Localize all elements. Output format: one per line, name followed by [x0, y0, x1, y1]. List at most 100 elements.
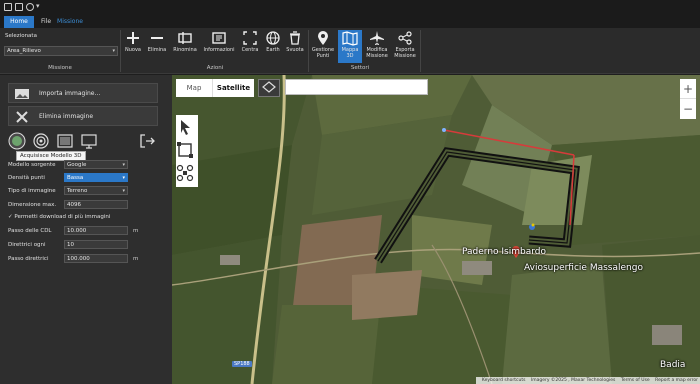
imagery-credit: Imagery ©2025 , Maxar Technologies	[530, 378, 616, 383]
lines-step-input[interactable]: 100.000	[64, 254, 128, 263]
zoom-control: + −	[680, 79, 696, 119]
photo-icon[interactable]	[56, 132, 74, 150]
globe-icon	[266, 31, 280, 45]
minus-icon	[151, 37, 163, 39]
earth-button-label: Earth	[266, 47, 280, 53]
zoom-out-button[interactable]: −	[680, 99, 696, 119]
mission-select[interactable]: Area_Rilievo ▾	[4, 46, 118, 56]
map-attribution: Keyboard shortcuts Imagery ©2025 , Maxar…	[475, 377, 700, 384]
new-button[interactable]: Nuova	[122, 30, 144, 63]
rename-button-label: Rinomina	[173, 47, 197, 53]
mission-select-value: Area_Rilievo	[7, 48, 41, 54]
import-image-button[interactable]: Importa immagine...	[8, 83, 158, 103]
plane-icon	[370, 31, 384, 45]
lines-every-input[interactable]: 10	[64, 240, 128, 249]
point-density-value: Bassa	[67, 175, 84, 181]
cursor-icon[interactable]	[176, 117, 194, 137]
info-button[interactable]: Informazioni	[201, 30, 237, 63]
image-type-label: Tipo di immagine	[8, 188, 56, 194]
export-mission-button[interactable]: Esporta Missione	[392, 30, 418, 63]
plus-icon	[127, 32, 139, 44]
road-badge: SP188	[232, 361, 252, 367]
clear-button-label: Svuota	[286, 47, 304, 53]
monitor-icon[interactable]	[80, 132, 98, 150]
max-size-input[interactable]: 4096	[64, 200, 128, 209]
place-label-aviosuperficie: Aviosuperficie Massalengo	[524, 263, 643, 273]
rename-icon	[178, 32, 192, 44]
lines-step-unit: m	[133, 256, 139, 262]
chevron-down-icon: ▾	[122, 175, 125, 181]
info-icon	[212, 32, 226, 44]
lines-every-label: Direttrici ogni	[8, 242, 46, 248]
selection-label: Selezionata	[5, 33, 37, 39]
tab-home[interactable]: Home	[4, 16, 34, 28]
delete-button-label: Elimina	[147, 47, 167, 53]
map-search-input[interactable]	[285, 79, 428, 95]
ribbon-tabs: Home File Missione	[0, 16, 700, 28]
globe-capture-icon[interactable]	[8, 132, 26, 150]
left-panel: Importa immagine... Elimina immagine Acq…	[0, 75, 172, 384]
import-image-label: Importa immagine...	[39, 90, 101, 97]
point-density-select[interactable]: Bassa ▾	[64, 173, 128, 182]
group-separator	[420, 30, 421, 72]
target-icon[interactable]	[32, 132, 50, 150]
edit-mission-label: Modifica Missione	[366, 47, 388, 59]
map-imagery	[172, 75, 700, 384]
map-3d-button[interactable]: Mappa 3D	[338, 30, 362, 63]
satellite-map[interactable]: Map Satellite + − Paderno Isimbardo Avio…	[172, 75, 700, 384]
tab-file[interactable]: File	[36, 16, 56, 28]
place-label-badia: Badia	[660, 360, 686, 370]
cdl-step-input[interactable]: 10.000	[64, 226, 128, 235]
app-window: ▾ Home File Missione Selezionata Area_Ri…	[0, 0, 700, 384]
chevron-down-icon: ▾	[122, 162, 125, 168]
logout-icon[interactable]	[138, 132, 156, 150]
center-button[interactable]: Centra	[239, 30, 261, 63]
clear-button[interactable]: Svuota	[284, 30, 306, 63]
group-label-settori: Settori	[350, 65, 370, 71]
map-3d-label: Mappa 3D	[341, 47, 359, 59]
group-label-azioni: Azioni	[206, 65, 224, 71]
select-box-icon[interactable]	[176, 140, 194, 160]
map-type-map-button[interactable]: Map	[176, 79, 212, 97]
image-type-select[interactable]: Terreno ▾	[64, 186, 128, 195]
ribbon: Selezionata Area_Rilievo ▾ Missione Nuov…	[0, 28, 700, 74]
drone-icon[interactable]	[176, 163, 194, 183]
layers-icon	[262, 81, 276, 93]
manage-points-label: Gestione Punti	[311, 47, 335, 59]
title-bar: ▾	[0, 0, 700, 16]
chevron-down-icon: ▾	[112, 48, 115, 54]
edit-mission-button[interactable]: Modifica Missione	[364, 30, 390, 63]
save-icon[interactable]	[4, 3, 12, 11]
delete-image-button[interactable]: Elimina immagine	[8, 106, 158, 126]
settings-icon[interactable]	[26, 3, 34, 11]
rename-button[interactable]: Rinomina	[171, 30, 199, 63]
source-model-select[interactable]: Google ▾	[64, 160, 128, 169]
map-icon	[342, 31, 358, 46]
pin-icon	[318, 31, 328, 45]
center-button-label: Centra	[241, 47, 259, 53]
delete-button[interactable]: Elimina	[145, 30, 169, 63]
zoom-in-button[interactable]: +	[680, 79, 696, 99]
new-button-label: Nuova	[125, 47, 141, 53]
center-icon	[243, 31, 257, 45]
manage-points-button[interactable]: Gestione Punti	[310, 30, 336, 63]
lines-step-label: Passo direttrici	[8, 256, 49, 262]
quick-access-caret[interactable]: ▾	[36, 2, 40, 10]
earth-button[interactable]: Earth	[262, 30, 284, 63]
image-type-value: Terreno	[67, 188, 88, 194]
report-error-link[interactable]: Report a map error	[655, 378, 698, 383]
max-size-label: Dimensione max.	[8, 202, 57, 208]
export-mission-label: Esporta Missione	[394, 47, 416, 59]
allow-multiple-download-checkbox[interactable]: ✓ Permetti download di più immagini	[8, 214, 110, 220]
keyboard-shortcuts-link[interactable]: Keyboard shortcuts	[482, 378, 526, 383]
info-button-label: Informazioni	[203, 47, 235, 53]
place-label-paderno: Paderno Isimbardo	[462, 247, 547, 257]
terms-link[interactable]: Terms of Use	[621, 378, 650, 383]
layers-button[interactable]	[258, 79, 280, 97]
allow-multiple-download-label: Permetti download di più immagini	[14, 214, 111, 220]
folder-icon[interactable]	[15, 3, 23, 11]
delete-image-label: Elimina immagine	[39, 113, 94, 120]
map-type-satellite-button[interactable]: Satellite	[212, 79, 254, 97]
tab-missione[interactable]: Missione	[56, 16, 84, 28]
group-separator	[308, 30, 309, 72]
